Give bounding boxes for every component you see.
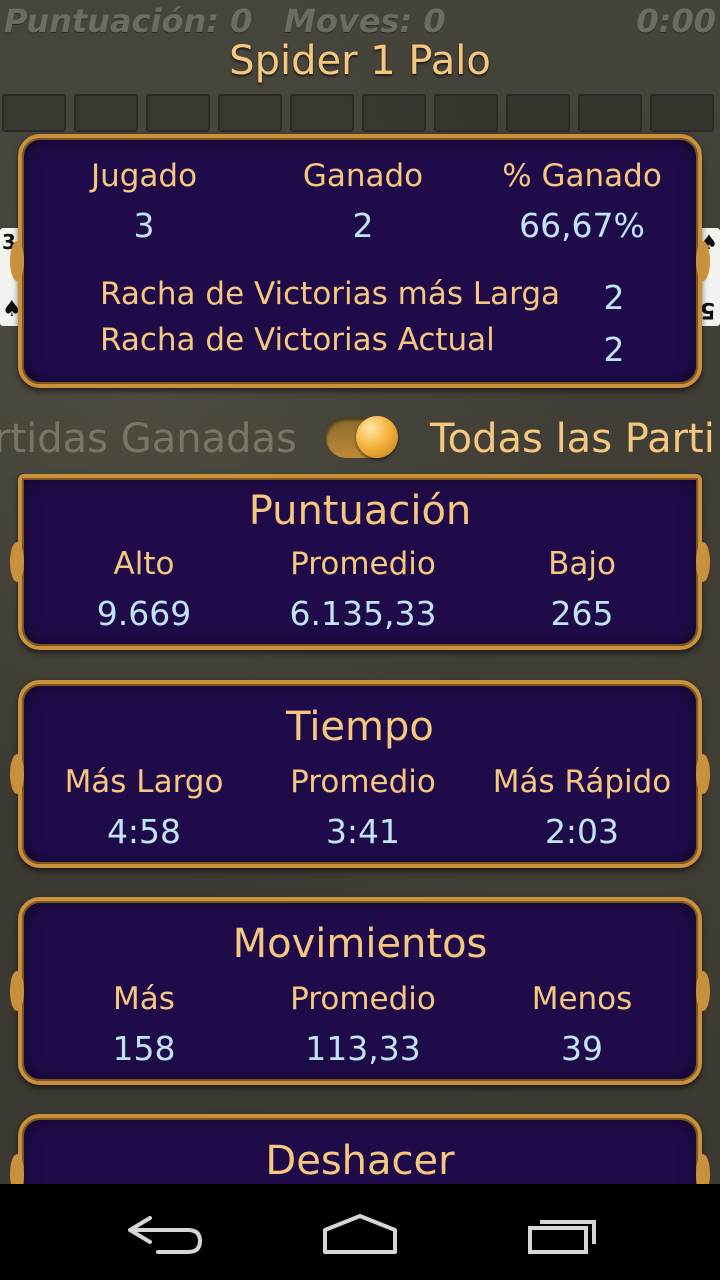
moves-least-label: Menos [531,981,633,1017]
played-label: Jugado [90,158,198,194]
moves-most-label: Más [113,981,175,1017]
score-panel-title: Puntuación [248,488,472,534]
card-slot [434,94,498,132]
moves-avg-value: 113,33 [305,1029,421,1068]
all-games-filter-label[interactable]: Todas las Parti [430,416,715,462]
moves-panel: Movimientos Más Promedio Menos 158 113,3… [10,897,710,1085]
games-filter-toggle[interactable] [326,416,398,458]
moves-readout: Moves: 0 [284,2,446,40]
card-slot [578,94,642,132]
won-games-filter-label[interactable]: rtidas Ganadas [0,416,297,462]
score-high-label: Alto [113,546,175,582]
card-slot [146,94,210,132]
moves-most-value: 158 [112,1029,176,1068]
won-label: Ganado [302,158,424,194]
time-panel: Tiempo Más Largo Promedio Más Rápido 4:5… [10,680,710,868]
home-icon[interactable] [315,1212,405,1256]
played-value: 3 [133,206,155,245]
score-panel: Puntuación Alto Promedio Bajo 9.669 6.13… [10,474,710,650]
score-low-label: Bajo [548,546,616,582]
win-pct-label: % Ganado [502,158,662,194]
score-high-value: 9.669 [96,594,192,633]
score-avg-value: 6.135,33 [289,594,437,633]
score-readout: Puntuación: 0 [4,2,253,40]
longest-streak-label: Racha de Victorias más Larga [100,276,561,312]
card-slot [290,94,354,132]
card-slot [650,94,714,132]
time-readout: 0:00 [636,2,716,40]
card-slot [506,94,570,132]
score-low-value: 265 [550,594,614,633]
moves-panel-title: Movimientos [232,921,488,967]
time-fastest-label: Más Rápido [492,764,672,800]
time-longest-label: Más Largo [64,764,224,800]
moves-least-value: 39 [561,1029,603,1068]
card-slot [2,94,66,132]
win-pct-value: 66,67% [519,206,645,245]
recent-apps-icon[interactable] [518,1212,608,1256]
game-title: Spider 1 Palo [229,38,491,84]
card-slot [74,94,138,132]
time-fastest-value: 2:03 [544,812,620,851]
current-streak-value: 2 [603,330,625,369]
card-slot [218,94,282,132]
system-nav-bar [0,1184,720,1280]
foundation-slots [0,94,720,136]
toggle-knob [356,416,398,458]
time-avg-label: Promedio [290,764,436,800]
card-rank: 5 [700,297,716,322]
longest-streak-value: 2 [603,278,625,317]
undo-panel-title: Deshacer [265,1138,455,1184]
time-avg-value: 3:41 [325,812,401,851]
card-slot [362,94,426,132]
moves-avg-label: Promedio [290,981,436,1017]
time-panel-title: Tiempo [286,704,434,750]
summary-panel: Jugado Ganado % Ganado 3 2 66,67% Racha … [10,134,710,388]
current-streak-label: Racha de Victorias Actual [100,322,495,358]
won-value: 2 [352,206,374,245]
score-avg-label: Promedio [290,546,436,582]
back-icon[interactable] [118,1212,208,1256]
time-longest-value: 4:58 [106,812,182,851]
